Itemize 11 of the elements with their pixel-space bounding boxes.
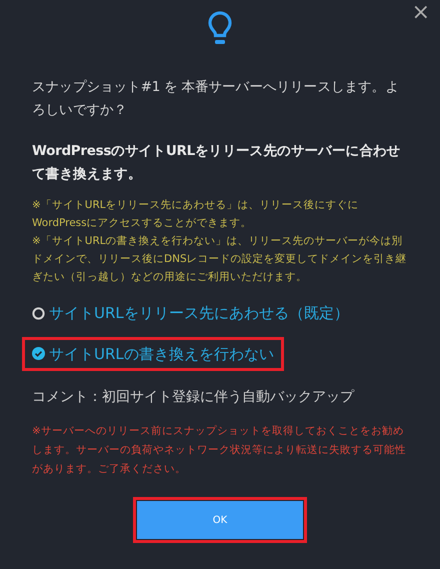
confirmation-message: スナップショット#1 を 本番サーバーへリリースします。よろしいですか？	[32, 78, 400, 120]
comment-text: コメント：初回サイト登録に伴う自動バックアップ	[32, 388, 356, 407]
warning-text: ※サーバーへのリリース前にスナップショットを取得しておくことをお勧めします。サーバーの負荷やネットワーク状況等により転送に失敗する可能性があります。ご了承ください。	[32, 424, 407, 477]
close-button[interactable]: ×	[412, 2, 430, 24]
note-text: ※「サイトURLをリリース先にあわせる」は、リリース後にすぐにWordPressにアクセスすることができます。	[32, 198, 360, 231]
lightbulb-icon	[207, 10, 233, 46]
rewrite-heading: WordPressのサイトURLをリリース先のサーバーに合わせて書き換えます。	[32, 142, 402, 184]
radio-option[interactable]: サイトURLの書き換えを行わない	[22, 336, 284, 371]
note-text: ※「サイトURLの書き換えを行わない」は、リリース先のサーバーが今は別ドメインで、リリース後にDNSレコードの設定を変更してドメインを引き継ぎたい（引っ越し）などの用途にご利用いただけます。	[32, 234, 408, 285]
ok-button[interactable]: OK	[137, 501, 303, 539]
radio-option[interactable]: サイトURLをリリース先にあわせる（既定）	[22, 296, 359, 330]
